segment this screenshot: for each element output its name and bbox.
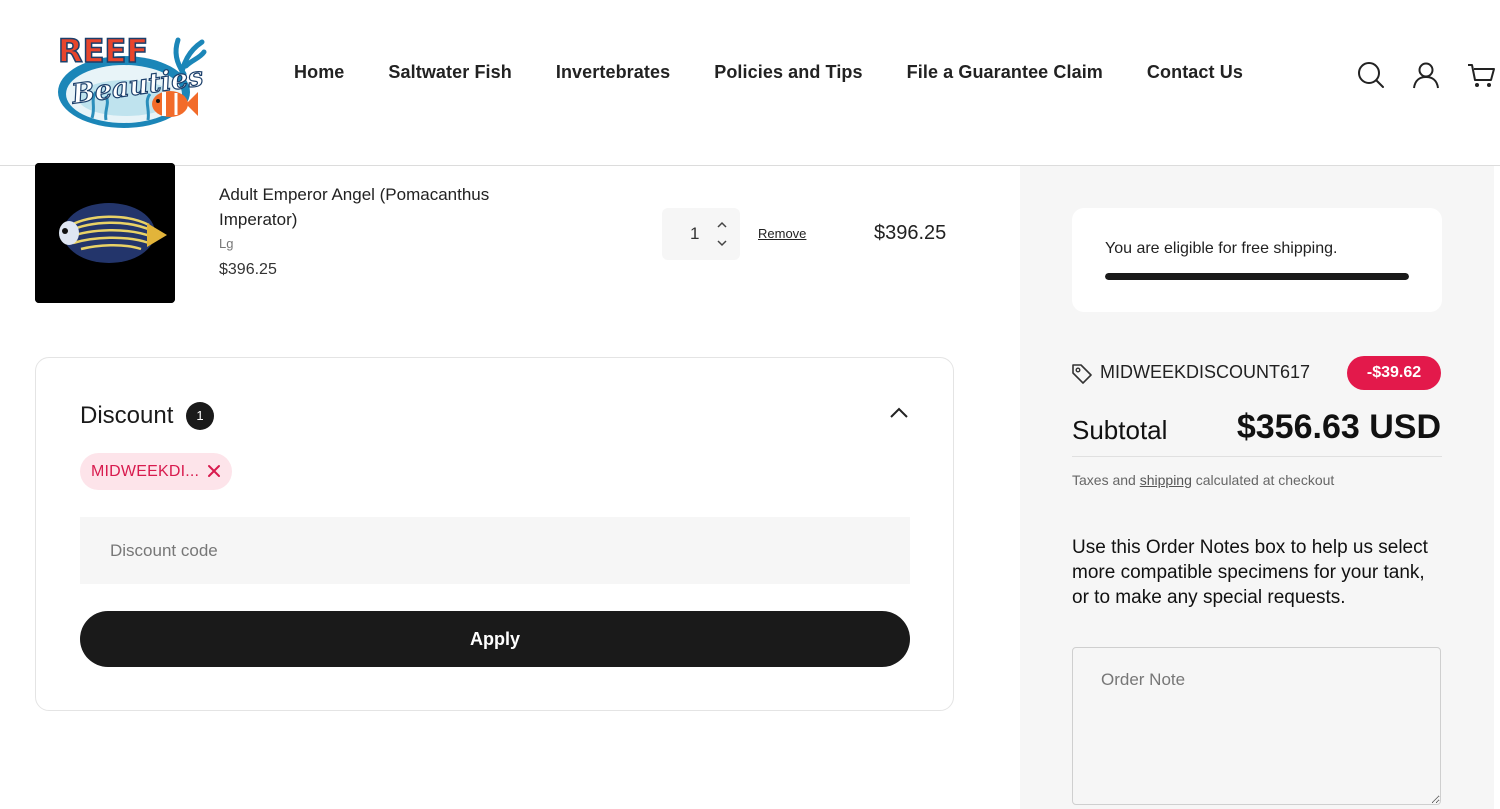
- apply-discount-button[interactable]: Apply: [80, 611, 910, 667]
- product-title[interactable]: Adult Emperor Angel (Pomacanthus Imperat…: [219, 182, 549, 232]
- product-unit-price: $396.25: [219, 261, 277, 278]
- search-icon[interactable]: [1356, 60, 1386, 90]
- subtotal-label: Subtotal: [1072, 415, 1168, 445]
- discount-count-badge: 1: [186, 402, 214, 430]
- discount-amount-badge: -$39.62: [1347, 356, 1441, 390]
- nav-item-contact-us[interactable]: Contact Us: [1147, 62, 1243, 83]
- nav-item-saltwater-fish[interactable]: Saltwater Fish: [388, 62, 511, 83]
- discount-code-input[interactable]: [80, 517, 910, 584]
- free-shipping-message: You are eligible for free shipping.: [1105, 240, 1338, 257]
- quantity-stepper[interactable]: 1: [662, 208, 740, 260]
- svg-text:REEF: REEF: [58, 32, 148, 70]
- free-shipping-card: You are eligible for free shipping.: [1072, 208, 1442, 312]
- tag-icon: [1071, 362, 1093, 384]
- remove-item-link[interactable]: Remove: [758, 226, 806, 241]
- applied-discount-tag: MIDWEEKDI...: [80, 453, 232, 490]
- order-summary: You are eligible for free shipping. MIDW…: [1020, 166, 1494, 809]
- chevron-down-icon[interactable]: [715, 236, 729, 248]
- product-variant: Lg: [219, 236, 234, 251]
- tax-shipping-note: Taxes and shipping calculated at checkou…: [1072, 472, 1334, 488]
- tax-note-suffix: calculated at checkout: [1191, 472, 1335, 488]
- account-icon[interactable]: [1411, 60, 1441, 90]
- emperor-angelfish-image: [35, 163, 175, 303]
- product-thumbnail[interactable]: [35, 163, 175, 303]
- reef-beauties-logo: REEF Beauties: [57, 31, 207, 128]
- main-nav: Home Saltwater Fish Invertebrates Polici…: [272, 62, 1265, 83]
- discount-title: Discount: [80, 402, 174, 429]
- site-header: REEF Beauties Home Saltwater Fish Invert…: [0, 0, 1500, 166]
- shipping-policy-link[interactable]: shipping: [1140, 472, 1192, 488]
- nav-item-file-guarantee-claim[interactable]: File a Guarantee Claim: [907, 62, 1103, 83]
- quantity-value[interactable]: 1: [690, 224, 699, 244]
- line-total: $396.25: [874, 222, 947, 244]
- cart-icon[interactable]: [1466, 60, 1496, 90]
- applied-discount-code-full: MIDWEEKDISCOUNT617: [1100, 362, 1311, 382]
- discount-panel: Discount 1 MIDWEEKDI... Apply: [35, 357, 954, 711]
- chevron-up-icon[interactable]: [888, 405, 910, 421]
- nav-item-policies-and-tips[interactable]: Policies and Tips: [714, 62, 862, 83]
- applied-discount-code: MIDWEEKDI...: [91, 463, 200, 480]
- summary-divider: [1072, 456, 1442, 457]
- nav-item-invertebrates[interactable]: Invertebrates: [556, 62, 670, 83]
- free-shipping-progress-fill: [1105, 273, 1409, 280]
- subtotal-value: $356.63 USD: [1236, 408, 1441, 446]
- order-note-textarea[interactable]: [1072, 647, 1441, 805]
- free-shipping-progress: [1105, 273, 1409, 280]
- chevron-up-icon[interactable]: [715, 218, 729, 230]
- close-icon[interactable]: [207, 464, 221, 478]
- nav-item-home[interactable]: Home: [294, 62, 344, 83]
- tax-note-prefix: Taxes and: [1072, 472, 1140, 488]
- site-logo[interactable]: REEF Beauties: [52, 22, 208, 134]
- order-notes-label: Use this Order Notes box to help us sele…: [1072, 537, 1428, 608]
